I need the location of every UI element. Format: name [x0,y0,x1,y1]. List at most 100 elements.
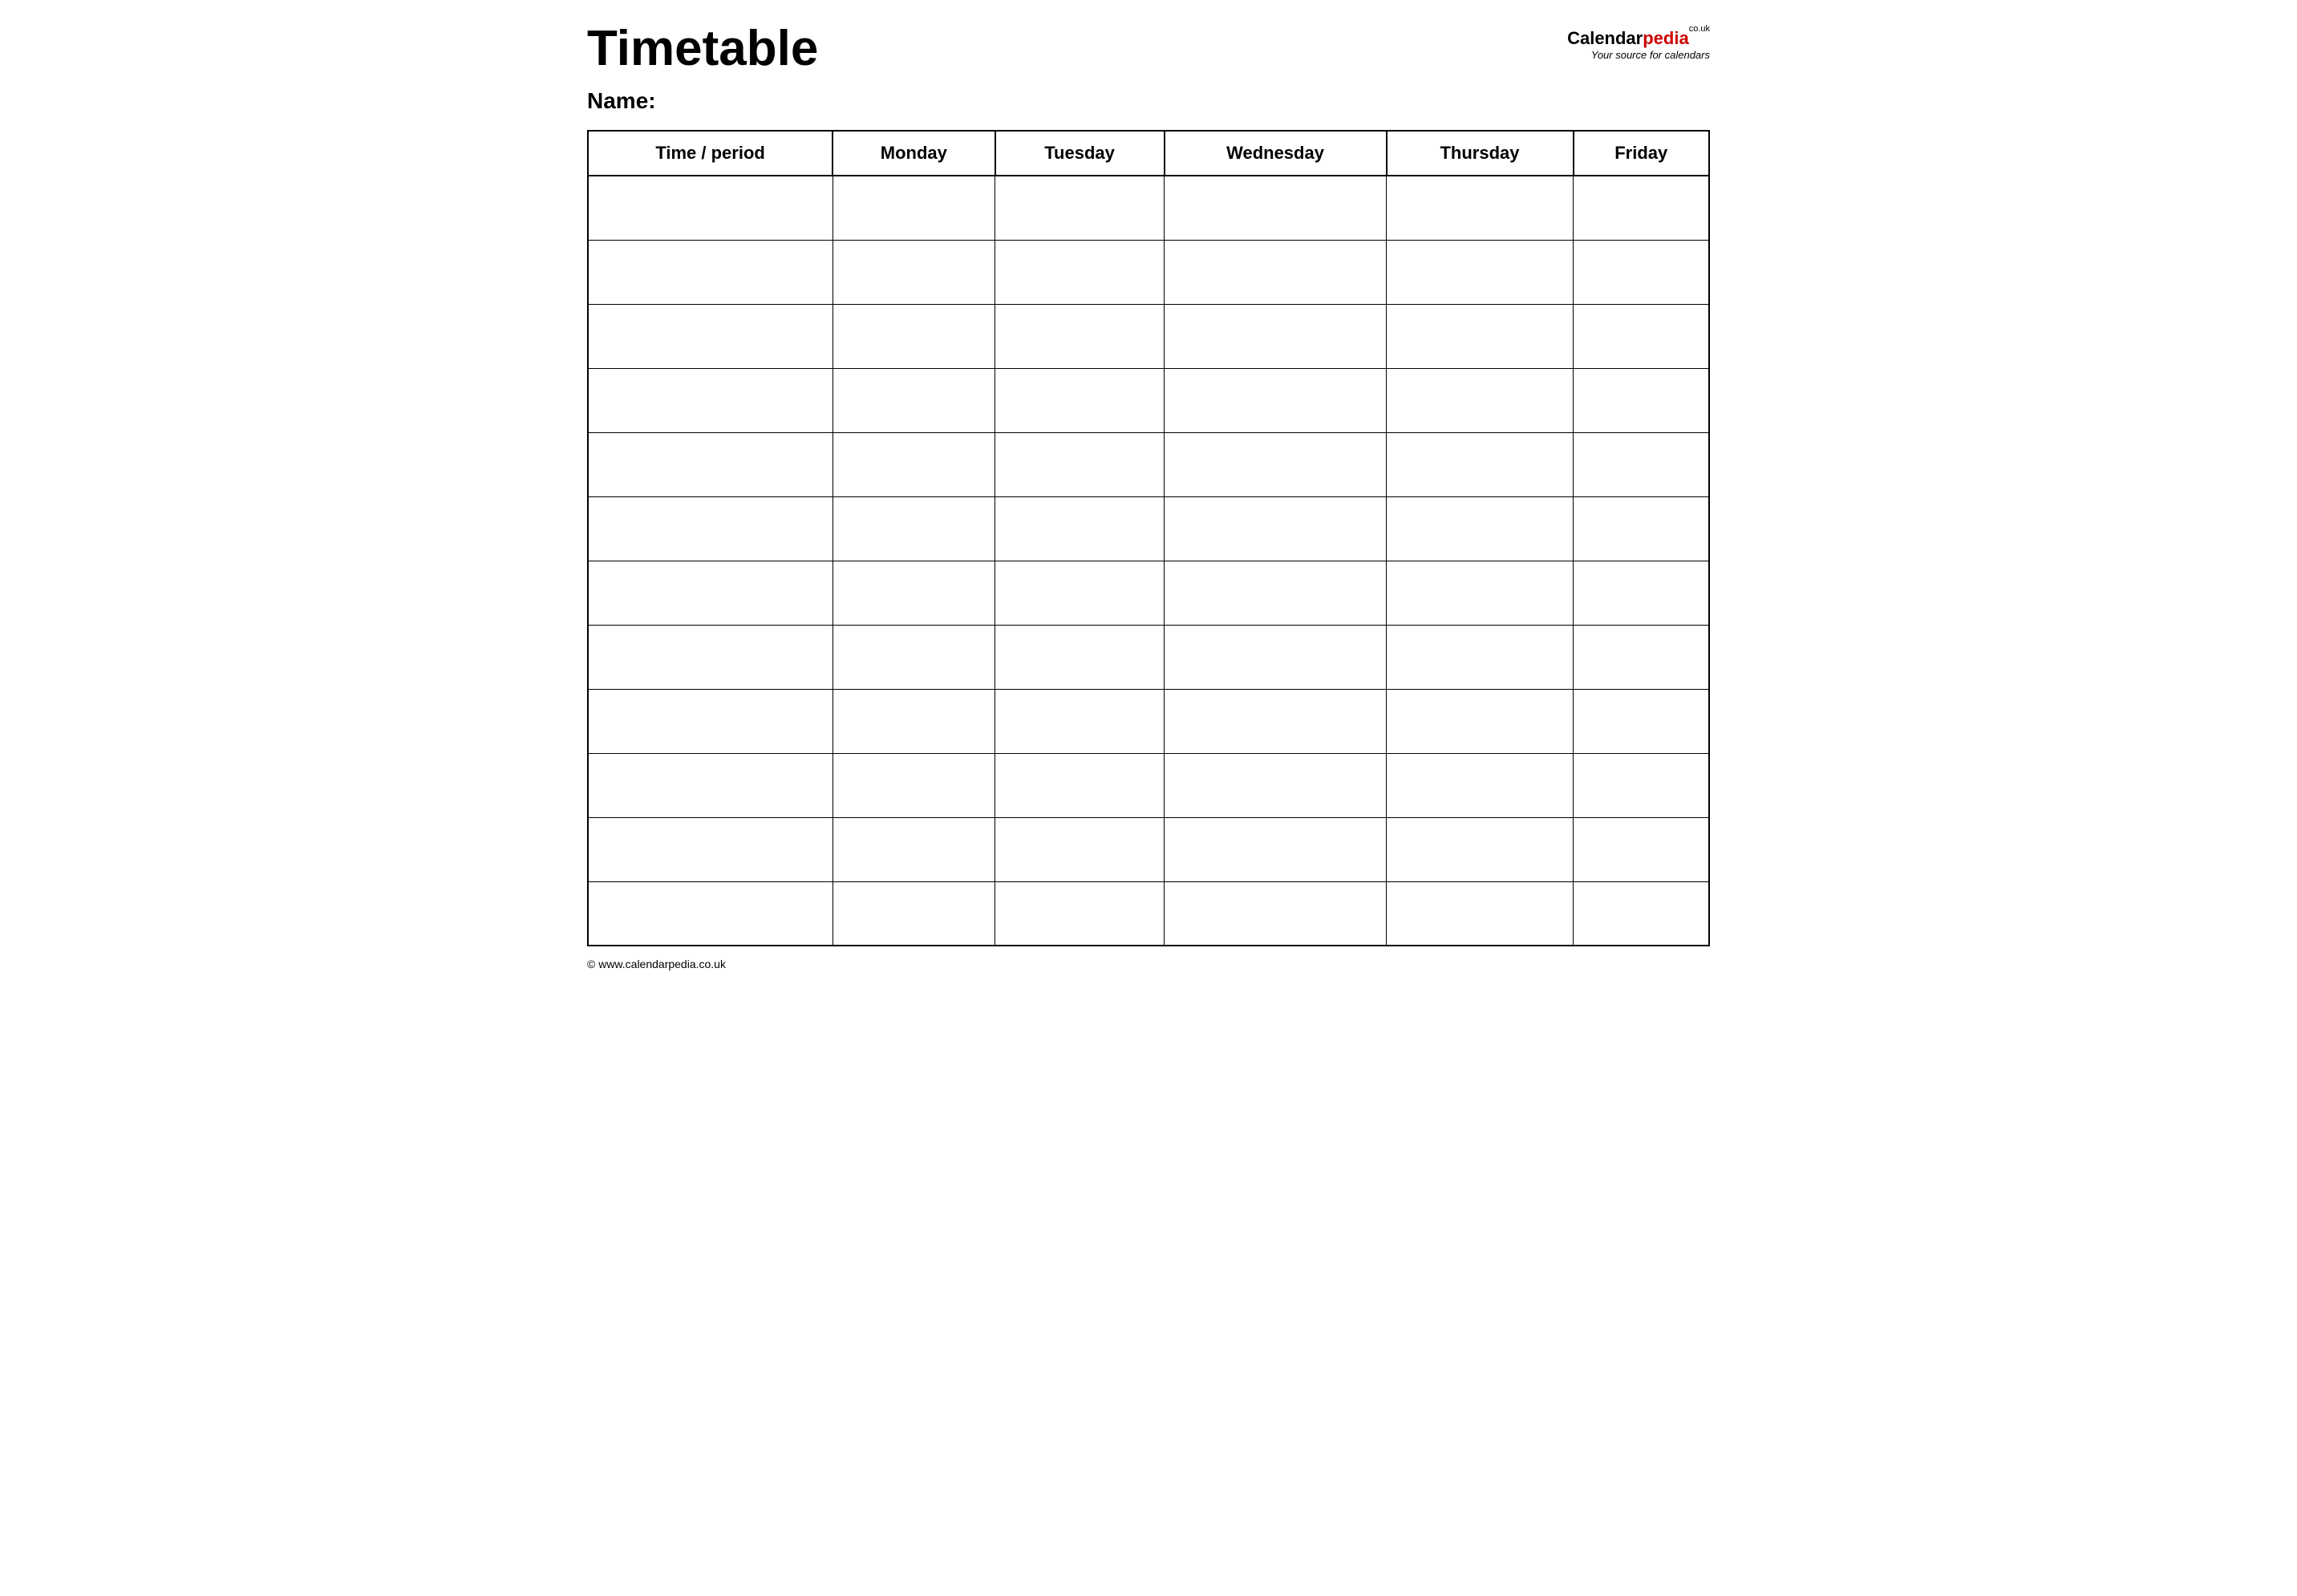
cell-row9-col1[interactable] [588,689,833,753]
cell-row8-col3[interactable] [995,625,1165,689]
logo-calendar: Calendar [1567,28,1643,48]
footer-url: © www.calendarpedia.co.uk [587,958,1710,970]
cell-row12-col4[interactable] [1165,881,1387,946]
cell-row1-col1[interactable] [588,176,833,240]
table-row [588,176,1709,240]
cell-row6-col4[interactable] [1165,496,1387,561]
cell-row2-col5[interactable] [1387,240,1574,304]
cell-row8-col2[interactable] [833,625,995,689]
cell-row7-col6[interactable] [1574,561,1710,625]
table-row [588,304,1709,368]
cell-row10-col5[interactable] [1387,753,1574,817]
table-row [588,817,1709,881]
cell-row3-col1[interactable] [588,304,833,368]
cell-row9-col4[interactable] [1165,689,1387,753]
cell-row4-col5[interactable] [1387,368,1574,432]
logo-text: Calendarpediaco.uk [1567,28,1710,49]
cell-row8-col1[interactable] [588,625,833,689]
cell-row9-col3[interactable] [995,689,1165,753]
cell-row1-col4[interactable] [1165,176,1387,240]
cell-row2-col6[interactable] [1574,240,1710,304]
cell-row5-col2[interactable] [833,432,995,496]
cell-row4-col6[interactable] [1574,368,1710,432]
cell-row8-col6[interactable] [1574,625,1710,689]
cell-row3-col3[interactable] [995,304,1165,368]
cell-row10-col2[interactable] [833,753,995,817]
table-row [588,432,1709,496]
cell-row3-col2[interactable] [833,304,995,368]
cell-row12-col3[interactable] [995,881,1165,946]
cell-row11-col6[interactable] [1574,817,1710,881]
cell-row8-col4[interactable] [1165,625,1387,689]
cell-row6-col3[interactable] [995,496,1165,561]
cell-row11-col2[interactable] [833,817,995,881]
header-section: Timetable Name: Calendarpediaco.uk Your … [587,24,1710,114]
cell-row5-col1[interactable] [588,432,833,496]
cell-row7-col2[interactable] [833,561,995,625]
cell-row5-col5[interactable] [1387,432,1574,496]
cell-row11-col3[interactable] [995,817,1165,881]
cell-row2-col2[interactable] [833,240,995,304]
cell-row6-col1[interactable] [588,496,833,561]
cell-row2-col1[interactable] [588,240,833,304]
cell-row7-col5[interactable] [1387,561,1574,625]
col-header-time: Time / period [588,131,833,176]
cell-row10-col4[interactable] [1165,753,1387,817]
table-row [588,881,1709,946]
cell-row6-col2[interactable] [833,496,995,561]
name-label: Name: [587,88,818,114]
table-row [588,689,1709,753]
cell-row11-col4[interactable] [1165,817,1387,881]
cell-row12-col2[interactable] [833,881,995,946]
cell-row1-col3[interactable] [995,176,1165,240]
cell-row7-col4[interactable] [1165,561,1387,625]
cell-row3-col5[interactable] [1387,304,1574,368]
cell-row4-col1[interactable] [588,368,833,432]
cell-row1-col2[interactable] [833,176,995,240]
cell-row12-col6[interactable] [1574,881,1710,946]
col-header-monday: Monday [833,131,995,176]
page-container: Timetable Name: Calendarpediaco.uk Your … [587,24,1710,970]
cell-row3-col4[interactable] [1165,304,1387,368]
cell-row9-col2[interactable] [833,689,995,753]
col-header-thursday: Thursday [1387,131,1574,176]
cell-row10-col6[interactable] [1574,753,1710,817]
cell-row1-col5[interactable] [1387,176,1574,240]
logo-pedia: pedia [1643,28,1688,48]
cell-row7-col1[interactable] [588,561,833,625]
timetable-wrapper: Time / period Monday Tuesday Wednesday T… [587,130,1710,946]
cell-row8-col5[interactable] [1387,625,1574,689]
col-header-friday: Friday [1574,131,1710,176]
cell-row10-col1[interactable] [588,753,833,817]
cell-row12-col1[interactable] [588,881,833,946]
logo-block: Calendarpediaco.uk Your source for calen… [1567,24,1710,61]
cell-row5-col3[interactable] [995,432,1165,496]
cell-row12-col5[interactable] [1387,881,1574,946]
cell-row2-col3[interactable] [995,240,1165,304]
cell-row4-col2[interactable] [833,368,995,432]
cell-row9-col6[interactable] [1574,689,1710,753]
cell-row6-col5[interactable] [1387,496,1574,561]
cell-row11-col1[interactable] [588,817,833,881]
cell-row6-col6[interactable] [1574,496,1710,561]
table-header-row: Time / period Monday Tuesday Wednesday T… [588,131,1709,176]
cell-row5-col4[interactable] [1165,432,1387,496]
cell-row1-col6[interactable] [1574,176,1710,240]
table-row [588,625,1709,689]
page-title: Timetable [587,24,818,74]
table-row [588,496,1709,561]
cell-row2-col4[interactable] [1165,240,1387,304]
cell-row4-col3[interactable] [995,368,1165,432]
cell-row7-col3[interactable] [995,561,1165,625]
cell-row10-col3[interactable] [995,753,1165,817]
table-row [588,753,1709,817]
cell-row4-col4[interactable] [1165,368,1387,432]
cell-row3-col6[interactable] [1574,304,1710,368]
cell-row5-col6[interactable] [1574,432,1710,496]
cell-row11-col5[interactable] [1387,817,1574,881]
cell-row9-col5[interactable] [1387,689,1574,753]
timetable: Time / period Monday Tuesday Wednesday T… [587,130,1710,946]
table-row [588,368,1709,432]
table-row [588,561,1709,625]
table-row [588,240,1709,304]
